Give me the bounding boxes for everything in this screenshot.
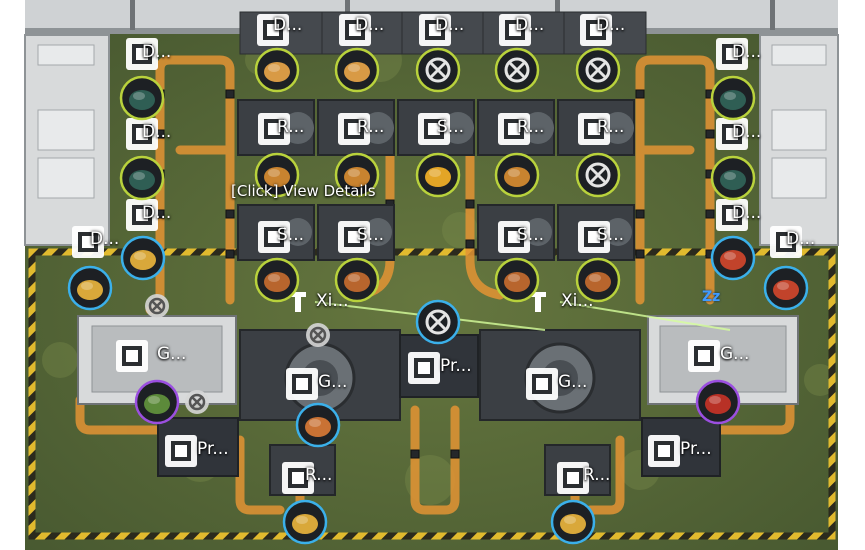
idle-slot-icon (145, 294, 169, 318)
gearing-unit-icon[interactable] (286, 368, 318, 400)
shredding-label-top[interactable]: S... (437, 117, 464, 137)
gearing-label-1[interactable]: G... (318, 372, 347, 392)
depot-left-label-1[interactable]: D... (142, 42, 171, 62)
refining-label-4[interactable]: R... (597, 117, 624, 137)
shredding-label-2[interactable]: S... (357, 225, 384, 245)
item-slot[interactable] (550, 499, 596, 545)
guard-gate-label-left[interactable]: G... (157, 344, 186, 364)
item-slot[interactable] (575, 47, 621, 93)
refining-label-3[interactable]: R... (517, 117, 544, 137)
view-details-tooltip: [Click] View Details (231, 182, 376, 200)
shredding-label-3[interactable]: S... (517, 225, 544, 245)
depot-right-label-3[interactable]: D... (732, 203, 761, 223)
protocol-stash-icon[interactable] (165, 435, 197, 467)
item-bubble-icon (130, 250, 156, 270)
item-bubble-icon (504, 272, 530, 292)
item-slot[interactable] (710, 75, 756, 121)
depot-right-label-2[interactable]: D... (732, 122, 761, 142)
item-bubble-icon (720, 170, 746, 190)
depot-left-label-4[interactable]: D... (90, 229, 119, 249)
item-slot[interactable] (695, 379, 741, 425)
item-bubble-icon (773, 280, 799, 300)
item-slot[interactable] (282, 499, 328, 545)
item-slot[interactable] (254, 257, 300, 303)
item-slot[interactable] (334, 47, 380, 93)
shredding-label-4[interactable]: S... (597, 225, 624, 245)
item-slot[interactable] (134, 379, 180, 425)
item-bubble-icon (425, 167, 451, 187)
gearing-label-2[interactable]: G... (558, 372, 587, 392)
warehouse-right (759, 34, 839, 246)
sleep-indicator: Zz (702, 289, 721, 305)
gearing-unit-icon[interactable] (526, 368, 558, 400)
item-bubble-icon (705, 394, 731, 414)
item-bubble-icon (129, 90, 155, 110)
item-slot[interactable] (67, 265, 113, 311)
item-slot[interactable] (415, 299, 461, 345)
item-slot[interactable] (415, 152, 461, 198)
depot-top-label-2[interactable]: D... (355, 15, 384, 35)
item-slot[interactable] (119, 75, 165, 121)
item-bubble-icon (720, 250, 746, 270)
guard-gate-icon[interactable] (116, 340, 148, 372)
item-bubble-icon (264, 272, 290, 292)
item-slot[interactable] (494, 47, 540, 93)
item-slot[interactable] (415, 47, 461, 93)
depot-left-label-3[interactable]: D... (142, 203, 171, 223)
factory-map (24, 0, 839, 550)
item-bubble-icon (305, 417, 331, 437)
item-slot[interactable] (494, 257, 540, 303)
item-slot[interactable] (494, 152, 540, 198)
relay-label-2[interactable]: Xi... (561, 291, 594, 311)
relay-label-1[interactable]: Xi... (316, 291, 349, 311)
item-bubble-icon (504, 167, 530, 187)
item-slot[interactable] (119, 155, 165, 201)
item-slot[interactable] (575, 152, 621, 198)
item-bubble-icon (264, 62, 290, 82)
depot-left-label-2[interactable]: D... (142, 122, 171, 142)
guard-gate-icon[interactable] (688, 340, 720, 372)
depot-top-label-1[interactable]: D... (273, 15, 302, 35)
item-slot[interactable] (763, 265, 809, 311)
protocol-label-right[interactable]: Pr... (680, 439, 712, 459)
protocol-stash-icon[interactable] (648, 435, 680, 467)
item-slot[interactable] (120, 235, 166, 281)
item-bubble-icon (344, 62, 370, 82)
item-bubble-icon (77, 280, 103, 300)
idle-slot-icon (306, 323, 330, 347)
depot-top-label-3[interactable]: D... (435, 15, 464, 35)
warehouse-left (24, 34, 110, 246)
protocol-label-left[interactable]: Pr... (197, 439, 229, 459)
item-bubble-icon (344, 272, 370, 292)
protocol-label-center[interactable]: Pr... (440, 356, 472, 376)
depot-right-label-4[interactable]: D... (786, 229, 815, 249)
refining-label-bottom-2[interactable]: R... (583, 465, 610, 485)
refining-label-2[interactable]: R... (357, 117, 384, 137)
item-slot[interactable] (295, 402, 341, 448)
item-bubble-icon (560, 514, 586, 534)
protocol-stash-icon[interactable] (408, 352, 440, 384)
depot-right-label-1[interactable]: D... (732, 42, 761, 62)
item-bubble-icon (720, 90, 746, 110)
refining-label-1[interactable]: R... (277, 117, 304, 137)
depot-top-label-4[interactable]: D... (515, 15, 544, 35)
guard-gate-label-right[interactable]: G... (720, 344, 749, 364)
idle-slot-icon (185, 390, 209, 414)
shredding-label-1[interactable]: S... (277, 225, 304, 245)
item-bubble-icon (129, 170, 155, 190)
depot-top-label-5[interactable]: D... (596, 15, 625, 35)
item-bubble-icon (585, 272, 611, 292)
refining-label-bottom-1[interactable]: R... (305, 465, 332, 485)
item-bubble-icon (144, 394, 170, 414)
item-slot[interactable] (254, 47, 300, 93)
item-bubble-icon (292, 514, 318, 534)
item-slot[interactable] (710, 155, 756, 201)
item-slot[interactable] (710, 235, 756, 281)
